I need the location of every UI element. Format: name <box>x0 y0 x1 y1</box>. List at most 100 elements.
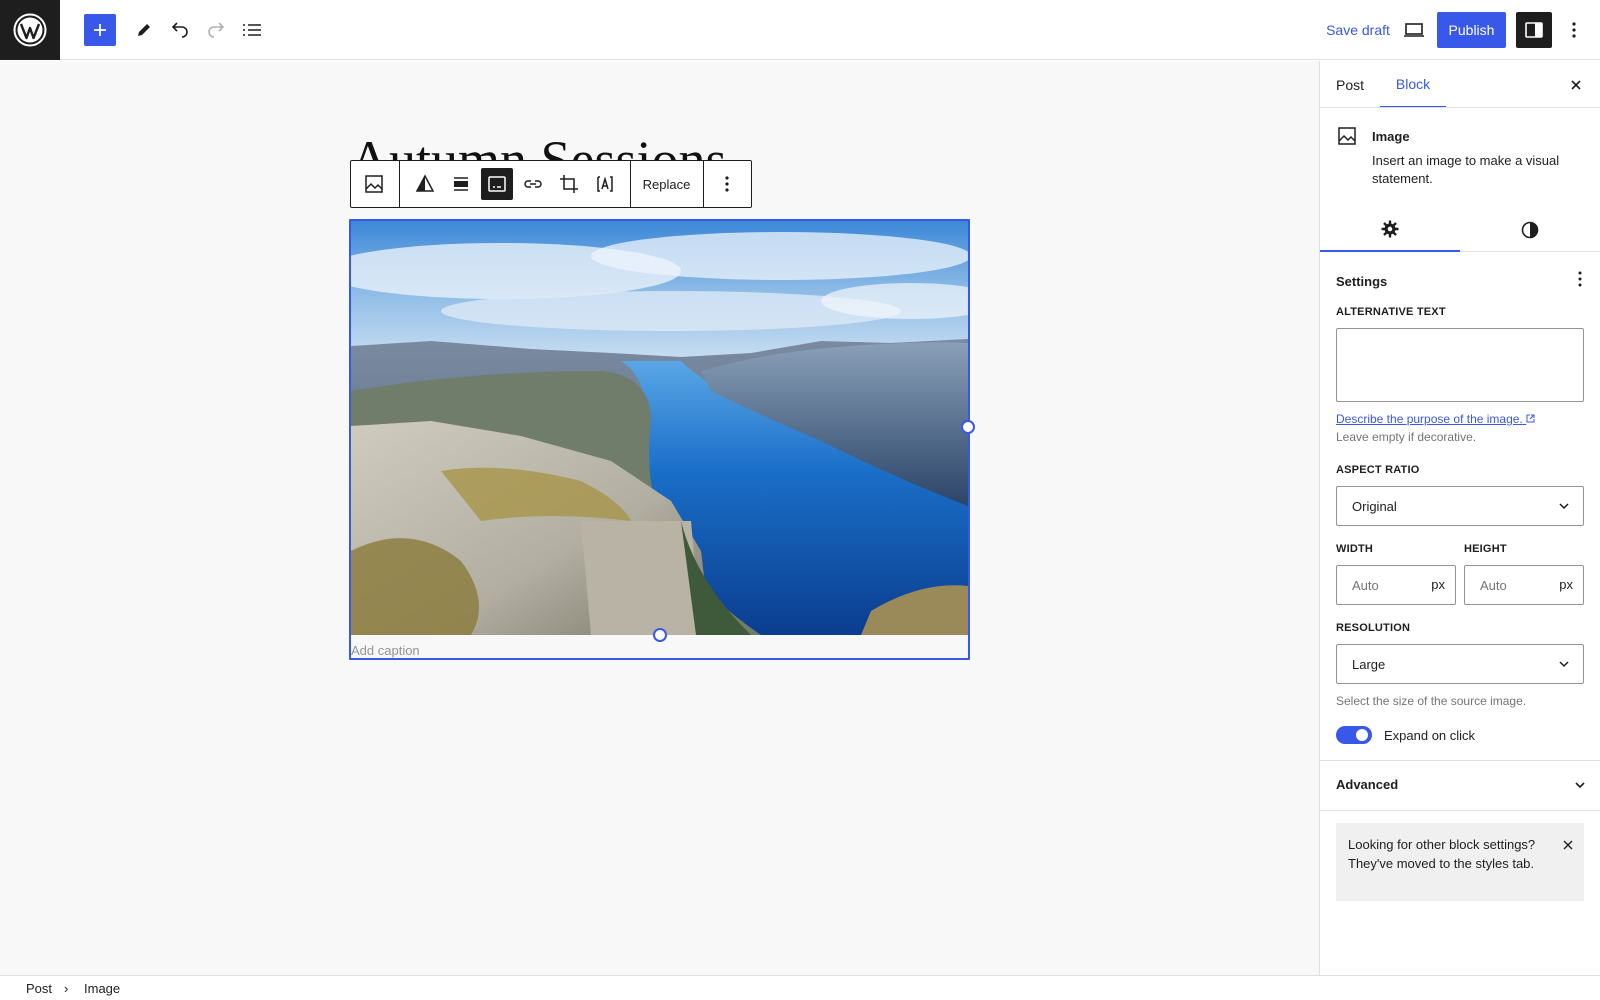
editor-header: Save draft Publish <box>0 0 1600 60</box>
block-card-description: Insert an image to make a visual stateme… <box>1372 153 1560 186</box>
close-icon <box>1571 80 1581 90</box>
image-caption-input[interactable]: Add caption <box>351 643 420 658</box>
notice-text: Looking for other block settings? They'v… <box>1348 837 1536 871</box>
block-breadcrumb: Post › Image <box>0 975 1600 1000</box>
link-button[interactable] <box>517 168 549 200</box>
redo-button[interactable] <box>200 14 232 46</box>
toggle-knob <box>1356 729 1368 741</box>
settings-toggle-button[interactable] <box>1516 12 1552 48</box>
close-icon <box>1563 840 1573 850</box>
block-toolbar: Replace <box>350 160 752 208</box>
tab-styles[interactable] <box>1460 207 1600 252</box>
undo-button[interactable] <box>164 14 196 46</box>
wordpress-icon <box>13 13 47 47</box>
dismiss-notice-button[interactable] <box>1560 837 1576 853</box>
editor-canvas: Autumn Sessions Replace Add caption <box>0 61 1319 975</box>
chevron-down-icon <box>1575 782 1585 789</box>
styles-tab-notice: Looking for other block settings? They'v… <box>1336 823 1584 901</box>
alt-text-help: Leave empty if decorative. <box>1336 430 1477 444</box>
preview-button[interactable] <box>1396 12 1432 48</box>
expand-on-click-label: Expand on click <box>1384 728 1476 743</box>
save-draft-button[interactable]: Save draft <box>1306 12 1410 48</box>
tab-post[interactable]: Post <box>1336 61 1374 108</box>
link-icon <box>524 180 542 188</box>
block-card-title: Image <box>1372 129 1410 144</box>
more-options-icon <box>725 176 729 192</box>
height-unit: px <box>1559 577 1573 592</box>
block-inspector-tabs <box>1320 207 1600 252</box>
resize-handle-right[interactable] <box>961 420 975 434</box>
advanced-panel-toggle[interactable]: Advanced <box>1336 777 1398 792</box>
desktop-preview-icon <box>1404 23 1424 37</box>
width-unit: px <box>1431 577 1445 592</box>
caption-button[interactable] <box>481 168 513 200</box>
breadcrumb-item-post[interactable]: Post <box>26 981 52 996</box>
crop-button[interactable] <box>553 168 585 200</box>
settings-options-button[interactable] <box>1568 267 1592 291</box>
options-button[interactable] <box>1562 14 1586 46</box>
block-options-button[interactable] <box>711 168 743 200</box>
add-block-button[interactable] <box>84 14 116 46</box>
more-vertical-icon <box>1578 271 1582 287</box>
aspect-ratio-label: ASPECT RATIO <box>1336 464 1420 476</box>
image-icon <box>1338 127 1356 145</box>
fjord-landscape-image[interactable] <box>351 221 968 635</box>
list-view-icon <box>243 24 261 36</box>
toolbar-divider <box>703 161 704 207</box>
duotone-button[interactable] <box>409 168 441 200</box>
tabs-divider <box>1320 107 1600 108</box>
expand-on-click-toggle[interactable] <box>1336 726 1372 744</box>
height-placeholder: Auto <box>1480 578 1507 593</box>
document-overview-button[interactable] <box>236 14 268 46</box>
tools-button[interactable] <box>128 14 160 46</box>
image-block[interactable]: Add caption <box>349 219 975 660</box>
alt-text-label: ALTERNATIVE TEXT <box>1336 306 1446 318</box>
settings-sidebar: Post Block Image Insert an image to make… <box>1319 61 1600 975</box>
breadcrumb-item-image: Image <box>84 981 121 996</box>
aspect-ratio-select[interactable]: Original <box>1336 486 1584 526</box>
text-over-image-icon <box>597 176 613 192</box>
text-over-image-button[interactable] <box>589 168 621 200</box>
resolution-help: Select the size of the source image. <box>1336 694 1527 708</box>
resize-handle-bottom[interactable] <box>653 628 667 642</box>
landscape-photo <box>351 221 968 635</box>
resolution-label: RESOLUTION <box>1336 622 1411 634</box>
external-link-icon <box>1526 414 1535 423</box>
wordpress-logo[interactable] <box>0 0 60 60</box>
sidebar-icon <box>1525 22 1543 38</box>
height-field[interactable]: Auto px <box>1464 565 1584 605</box>
close-sidebar-button[interactable] <box>1564 73 1588 97</box>
resolution-value: Large <box>1352 656 1386 672</box>
alt-text-help-link-label: Describe the purpose of the image. <box>1336 412 1523 426</box>
gear-icon <box>1381 220 1399 237</box>
alt-text-help-link[interactable]: Describe the purpose of the image. <box>1336 412 1535 426</box>
block-type-button[interactable] <box>358 168 390 200</box>
aspect-ratio-value: Original <box>1352 498 1397 514</box>
height-label: HEIGHT <box>1464 543 1507 555</box>
breadcrumb-separator: › <box>64 981 69 996</box>
align-icon <box>454 177 468 191</box>
publish-button[interactable]: Publish <box>1437 12 1506 48</box>
advanced-expand-button[interactable] <box>1568 773 1592 797</box>
styles-icon <box>1521 221 1539 238</box>
toolbar-divider <box>399 161 400 207</box>
tab-settings[interactable] <box>1320 207 1460 252</box>
tab-block[interactable]: Block <box>1380 61 1446 108</box>
crop-icon <box>560 175 578 193</box>
undo-icon <box>171 22 188 38</box>
settings-panel-title: Settings <box>1336 274 1388 289</box>
width-placeholder: Auto <box>1352 578 1379 593</box>
plus-icon <box>94 24 106 36</box>
width-field[interactable]: Auto px <box>1336 565 1456 605</box>
resolution-select[interactable]: Large <box>1336 644 1584 684</box>
alt-text-field[interactable] <box>1336 328 1584 402</box>
align-button[interactable] <box>445 168 477 200</box>
redo-icon <box>208 22 225 38</box>
caption-icon <box>488 176 506 192</box>
image-block-icon <box>1336 125 1358 150</box>
duotone-icon <box>415 174 435 192</box>
replace-button[interactable]: Replace <box>630 161 703 207</box>
more-vertical-icon <box>1572 22 1576 38</box>
pencil-icon <box>138 24 150 36</box>
chevron-down-icon <box>1559 503 1569 510</box>
